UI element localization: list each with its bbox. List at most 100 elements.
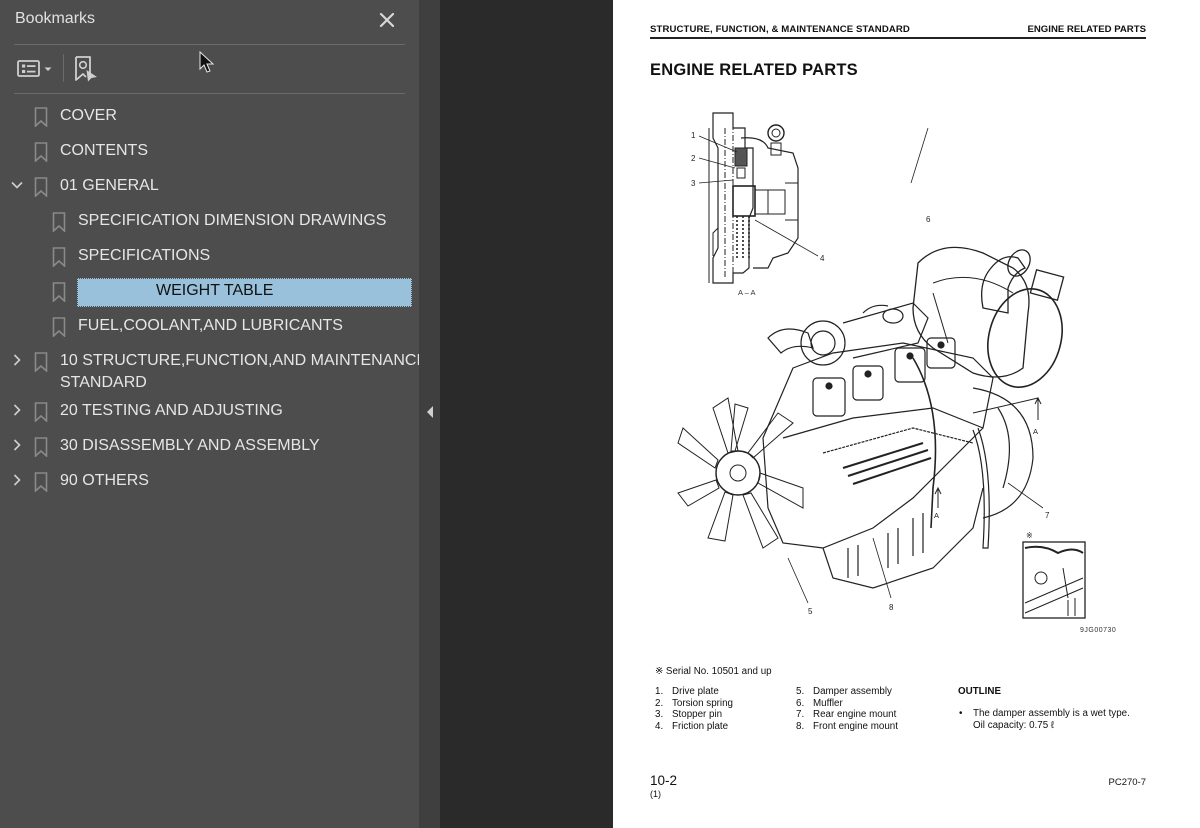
callout-3: 3 [691,179,696,188]
bookmark-icon [52,212,66,232]
outline-text: • The damper assembly is a wet type. Oil… [959,708,1130,731]
bookmark-search-icon [75,56,97,82]
bookmark-20-testing-adjusting[interactable]: 20 TESTING AND ADJUSTING [0,396,419,426]
bookmark-icon [52,282,66,302]
bookmark-10-structure[interactable]: 10 STRUCTURE,FUNCTION,AND MAINTENANCE ST… [0,346,427,398]
chevron-right-icon[interactable] [9,352,25,368]
header-rule [650,37,1146,39]
document-page: STRUCTURE, FUNCTION, & MAINTENANCE STAND… [613,0,1200,828]
bookmark-specification-dimension-drawings[interactable]: SPECIFICATION DIMENSION DRAWINGS [0,206,419,236]
bookmark-label: SPECIFICATIONS [78,247,211,264]
running-header-left: STRUCTURE, FUNCTION, & MAINTENANCE STAND… [650,24,910,35]
callout-4: 4 [820,254,825,263]
divider [14,93,405,94]
view-marker-label: A [934,511,939,520]
page-heading: ENGINE RELATED PARTS [650,61,858,79]
bookmark-30-disassembly-assembly[interactable]: 30 DISASSEMBLY AND ASSEMBLY [0,431,419,461]
bullet: • [959,708,963,719]
bookmark-icon [34,437,48,457]
bookmark-icon [34,177,48,197]
bookmark-cover[interactable]: COVER [0,101,419,131]
callout-1: 1 [691,131,696,140]
view-marker-a [934,396,1042,508]
bookmark-icon [34,472,48,492]
close-panel-button[interactable] [376,9,398,31]
callout-2: 2 [691,154,696,163]
cooling-fan-drawing [677,397,804,549]
section-a-a-drawing [708,112,799,284]
divider [14,44,405,45]
options-menu-button[interactable] [14,52,56,84]
bookmark-icon [52,317,66,337]
callout-7: 7 [1045,511,1050,520]
close-icon [379,12,395,28]
outline-heading: OUTLINE [958,686,1001,697]
callout-6: 6 [926,215,931,224]
bookmark-label: 30 DISASSEMBLY AND ASSEMBLY [60,437,320,454]
bookmark-label: 10 STRUCTURE,FUNCTION,AND MAINTENANCE [60,352,428,369]
callout-leaders-main [787,127,1044,604]
panel-splitter[interactable] [419,0,440,828]
chevron-right-icon[interactable] [9,402,25,418]
bookmark-label: FUEL,COOLANT,AND LUBRICANTS [78,317,343,334]
collapse-left-icon[interactable] [425,405,435,419]
bookmark-icon [34,352,48,372]
find-bookmark-button[interactable] [72,52,102,84]
legend-item: 6. Muffler [796,697,843,709]
callout-8: 8 [889,603,894,612]
bookmark-label: 01 GENERAL [60,177,159,194]
bookmark-icon [34,142,48,162]
chevron-right-icon[interactable] [9,437,25,453]
page-revision: (1) [650,789,661,799]
running-header-right: ENGINE RELATED PARTS [1027,24,1146,35]
bookmarks-toolbar [0,48,419,90]
bookmark-label: 90 OTHERS [60,472,149,489]
bookmark-icon [34,107,48,127]
bookmark-label: 20 TESTING AND ADJUSTING [60,402,283,419]
toolbar-separator [63,54,64,82]
view-marker-label: A [1033,427,1038,436]
legend-item: 5. Damper assembly [796,686,892,697]
serial-note: ※ Serial No. 10501 and up [655,666,772,677]
model-number: PC270-7 [1108,777,1147,788]
selection-highlight: WEIGHT TABLE [77,278,412,307]
legend-item: 4. Friction plate [655,720,729,732]
dropdown-caret-icon [44,67,52,71]
bookmark-90-others[interactable]: 90 OTHERS [0,466,419,496]
legend-item: 1. Drive plate [655,686,719,697]
bookmark-label: COVER [60,107,117,124]
legend-item: 7. Rear engine mount [796,709,897,721]
legend-item: 3. Stopper pin [655,709,723,721]
bookmark-icon [34,402,48,422]
legend-item: 8. Front engine mount [796,720,898,732]
page-number: 10-2 [650,773,678,788]
bookmark-label: SPECIFICATION DIMENSION DRAWINGS [78,212,387,229]
parts-legend-column-2: 5. Damper assembly 6. Muffler 7. Rear engin… [796,686,898,732]
panel-title: Bookmarks [15,10,96,27]
callout-5: 5 [808,607,813,616]
section-label: A – A [738,288,756,297]
chevron-right-icon[interactable] [9,472,25,488]
bookmark-fuel-coolant-lubricants[interactable]: FUEL,COOLANT,AND LUBRICANTS [0,311,419,341]
bookmark-label: CONTENTS [60,142,148,159]
legend-item: 2. Torsion spring [655,697,733,709]
parts-legend-column-1: 1. Drive plate 2. Torsion spring 3. Stopper… [655,686,733,732]
list-options-icon [17,60,40,77]
bookmark-specifications[interactable]: SPECIFICATIONS [0,241,419,271]
bookmark-contents[interactable]: CONTENTS [0,136,419,166]
engine-block-drawing [762,337,1034,589]
bookmark-01-general[interactable]: 01 GENERAL [0,171,419,201]
turbocharger-drawing [767,302,929,366]
callout-leaders-section [698,135,819,257]
bookmark-icon [52,247,66,267]
engine-illustration: 1 2 3 4 A – A A A 5 6 7 8 ※ [677,112,1086,619]
serial-inset-drawing [1022,541,1086,619]
figure-id: 9JG00730 [1080,627,1117,634]
chevron-down-icon[interactable] [9,177,25,193]
bookmark-label-continued: STANDARD [60,374,147,391]
inset-marker: ※ [1026,531,1033,540]
bookmark-weight-table-selected[interactable]: WEIGHT TABLE [0,276,419,307]
bookmarks-panel: Bookmarks COVER CONTENTS 01 GENERAL SPEC… [0,0,427,828]
muffler-drawing [912,246,1065,388]
bookmark-label: WEIGHT TABLE [156,282,274,299]
